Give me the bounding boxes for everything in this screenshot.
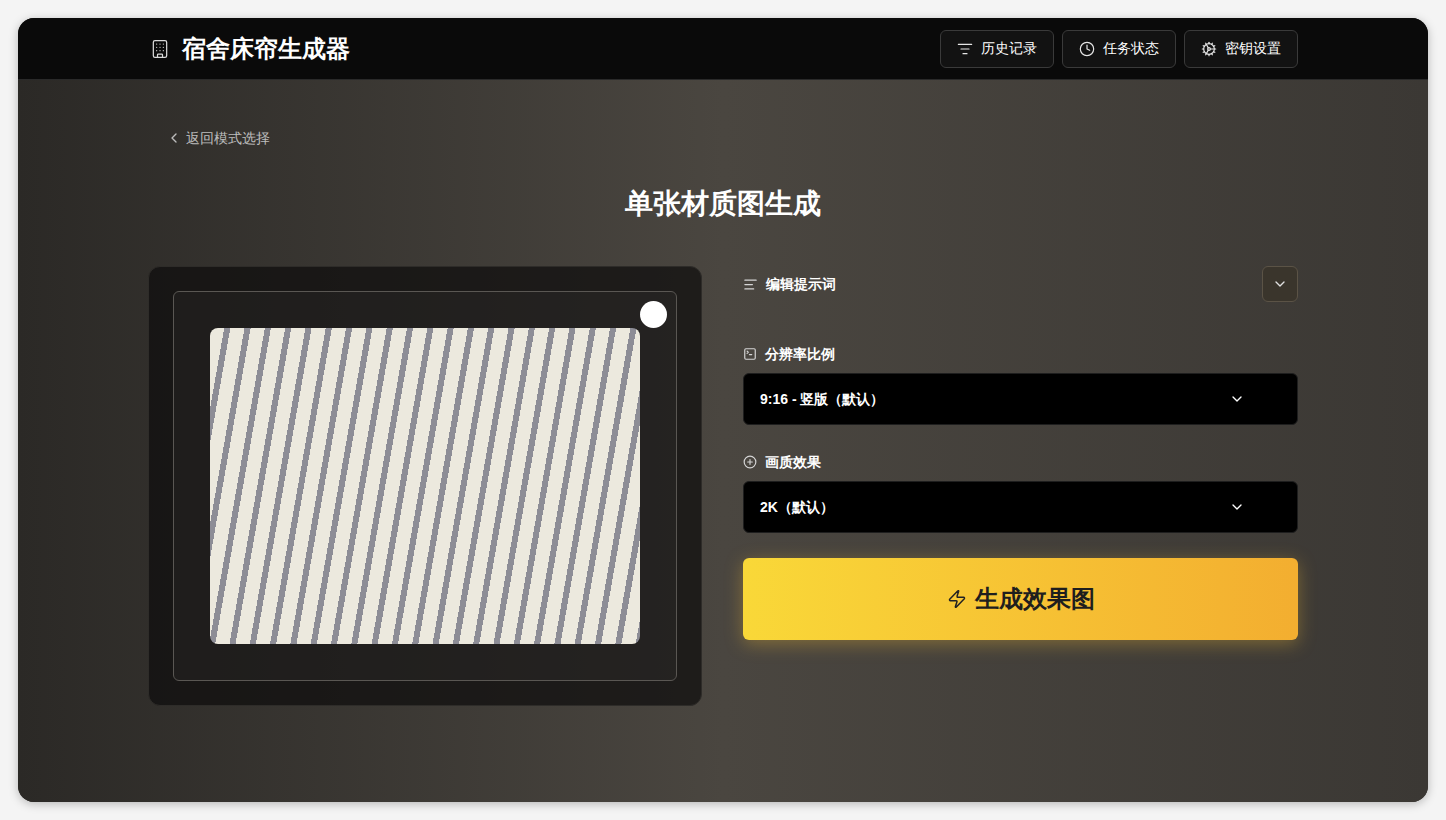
header-button[interactable]: 历史记录 [940, 30, 1054, 68]
app-window: 宿舍床帘生成器 历史记录任务状态密钥设置返回模式选择单张材质图生成编辑提示词分辨率… [18, 18, 1428, 802]
quality-icon [743, 455, 757, 469]
prompt-row: 编辑提示词 [743, 266, 1298, 302]
field-label: 画质效果 [765, 452, 821, 473]
settings-icon [1201, 41, 1217, 57]
main: 返回模式选择单张材质图生成编辑提示词分辨率比例 9:16 - 竖版（默认） 画质效果… [18, 80, 1428, 802]
field: 画质效果 2K（默认） [743, 453, 1298, 533]
field: 分辨率比例 9:16 - 竖版（默认） [743, 345, 1298, 425]
app-title: 宿舍床帘生成器 [182, 37, 350, 61]
generate-button[interactable]: 生成效果图 [743, 558, 1298, 640]
text-icon [743, 277, 758, 292]
ratio-icon [743, 347, 757, 361]
image-panel [148, 266, 702, 706]
controls: 编辑提示词分辨率比例 9:16 - 竖版（默认） 画质效果 2K（默认） 生成效果图 [743, 266, 1298, 640]
material-image [210, 328, 640, 644]
image-frame[interactable] [173, 291, 677, 681]
zap-icon [947, 589, 967, 609]
page-title: 单张材质图生成 [148, 186, 1298, 222]
header: 宿舍床帘生成器 历史记录任务状态密钥设置 [18, 18, 1428, 80]
page: 宿舍床帘生成器 历史记录任务状态密钥设置返回模式选择单张材质图生成编辑提示词分辨率… [0, 0, 1446, 820]
field-label: 分辨率比例 [765, 344, 835, 365]
clock-icon [1079, 41, 1095, 57]
chevron-down-icon [1229, 499, 1245, 515]
chevron-down-icon [1229, 391, 1245, 407]
chevron-left-icon [166, 130, 182, 146]
select[interactable]: 2K（默认） [743, 481, 1298, 533]
select-marker[interactable] [640, 301, 667, 328]
header-nav: 历史记录任务状态密钥设置 [940, 30, 1298, 68]
header-button[interactable]: 任务状态 [1062, 30, 1176, 68]
history-icon [957, 41, 973, 57]
chevron-down-icon [1272, 276, 1288, 292]
header-button[interactable]: 密钥设置 [1184, 30, 1298, 68]
building-icon [150, 39, 170, 59]
select[interactable]: 9:16 - 竖版（默认） [743, 373, 1298, 425]
back-link[interactable]: 返回模式选择 [166, 128, 270, 148]
prompt-toggle[interactable] [1262, 266, 1298, 302]
